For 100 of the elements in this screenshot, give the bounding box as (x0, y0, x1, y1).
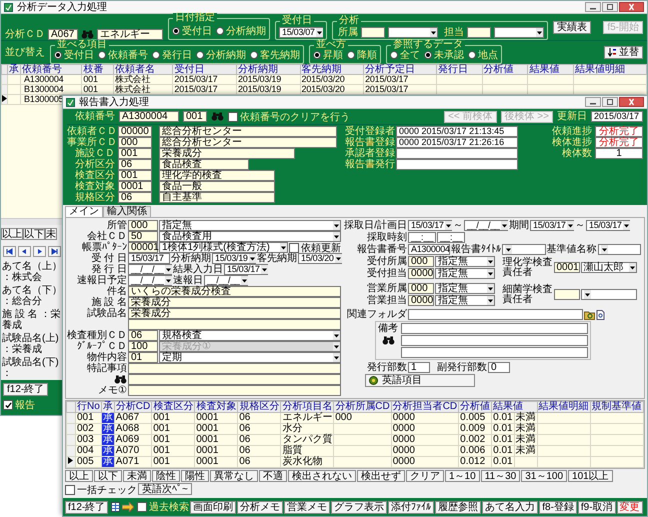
dropdown[interactable]: 指定無 (435, 283, 495, 294)
remarks-field[interactable] (401, 323, 588, 334)
dropdown[interactable]: 1検体1列様式(検査方法) (159, 242, 288, 253)
time-field[interactable]: __:__ (437, 232, 465, 243)
dropdown[interactable]: 規格検査 (159, 330, 341, 341)
remarks-field[interactable] (401, 335, 588, 346)
dropdown[interactable] (388, 27, 438, 38)
dropdown[interactable] (494, 27, 544, 38)
action-button[interactable]: 営業メモ (284, 500, 330, 514)
action-button[interactable]: f9-取消 (578, 500, 616, 514)
code-field[interactable]: 001 (118, 170, 152, 181)
minimize-button[interactable] (585, 2, 601, 12)
close-button[interactable] (619, 2, 644, 12)
code-field[interactable]: A067 (48, 29, 78, 40)
date-dropdown[interactable]: __/__/__ (128, 264, 172, 275)
code-field[interactable]: 001 (118, 148, 152, 159)
date-dropdown[interactable]: 15/03/20 (298, 253, 342, 264)
code-field[interactable]: 00001 (128, 242, 158, 253)
filter-button[interactable]: 異常なし (210, 470, 258, 482)
filter-button[interactable]: 未 (45, 228, 57, 240)
dropdown[interactable] (598, 244, 641, 255)
action-button[interactable]: f8-登録 (539, 500, 577, 514)
checkbox[interactable]: 依頼更新 (289, 240, 341, 254)
code-field[interactable]: 0001 (554, 262, 580, 273)
radio-button[interactable]: 降順 (347, 48, 377, 62)
text-field[interactable]: 栄養成分 (128, 308, 341, 319)
filter-button[interactable]: 陽性 (181, 470, 209, 482)
filter-button[interactable]: 未満 (123, 470, 151, 482)
code-field[interactable]: 000 (128, 220, 158, 231)
text-field[interactable] (128, 319, 341, 330)
text-field[interactable]: いくらの栄養成分検査 (128, 286, 341, 297)
filter-button[interactable]: 英語次ﾍﾟ~ (138, 483, 192, 495)
radio-button[interactable]: 分析納期 (216, 24, 266, 38)
code-field[interactable] (554, 289, 580, 300)
radio-button[interactable]: 受付日 (54, 48, 94, 62)
dropdown[interactable]: 指定無 (159, 220, 341, 231)
filter-button[interactable]: クリア (406, 470, 444, 482)
spin-field[interactable]: 0 (488, 362, 510, 373)
spin-field[interactable]: 1 (408, 362, 430, 373)
code-field[interactable]: 06 (128, 330, 158, 341)
date-dropdown[interactable]: __/__/__ (204, 275, 248, 286)
filter-button[interactable]: 31～100 (521, 470, 568, 482)
text-field[interactable] (128, 385, 341, 396)
folder-icon[interactable] (584, 310, 595, 320)
code-field[interactable]: 50 (128, 231, 158, 242)
checkbox[interactable]: 報告 (3, 398, 35, 412)
radio-button[interactable]: 依頼番号 (98, 48, 148, 62)
date-dropdown[interactable]: 15/03/17 (224, 264, 268, 275)
radio-button[interactable]: 地点 (468, 48, 498, 62)
folder-field[interactable] (408, 309, 583, 320)
tab[interactable]: メイン (65, 206, 103, 217)
filter-button[interactable]: 検出されない (288, 470, 356, 482)
code-field[interactable]: 0000 (408, 268, 434, 279)
row-header[interactable] (66, 456, 76, 468)
grid-icon[interactable] (111, 502, 120, 512)
exit-button[interactable]: f12-終了 (3, 383, 48, 396)
action-button[interactable]: 実績表 (553, 20, 591, 34)
text-field[interactable] (128, 363, 341, 374)
filter-button[interactable]: 以上 (65, 470, 93, 482)
action-button[interactable]: あて名入力 (482, 500, 538, 514)
action-button[interactable]: グラフ表示 (331, 500, 388, 514)
date-dropdown[interactable]: 15/03/19 (212, 253, 256, 264)
radio-button[interactable]: 全て (390, 48, 420, 62)
last-record-icon[interactable] (48, 246, 61, 257)
date-dropdown[interactable]: 15/03/07 (279, 27, 323, 38)
row-header[interactable] (2, 94, 8, 104)
filter-button[interactable]: 11～30 (480, 470, 520, 482)
code-field[interactable]: 00000 (118, 126, 152, 137)
dropdown[interactable]: 定期 (159, 352, 341, 363)
english-items-button[interactable]: 英語項目 (365, 374, 475, 387)
text-field[interactable]: A1300004 (408, 244, 450, 255)
filter-button[interactable]: 1～10 (445, 470, 480, 482)
radio-button[interactable]: 発行日 (152, 48, 192, 62)
previous-icon[interactable] (18, 246, 31, 257)
text-field[interactable]: A1300004 (119, 111, 179, 122)
code-field[interactable]: 100 (128, 341, 158, 352)
date-dropdown[interactable]: 15/03/17 (530, 220, 574, 231)
sort-button[interactable]: 並替 (604, 46, 643, 59)
filter-button[interactable]: 陰性 (152, 470, 180, 482)
scrollbar[interactable] (1, 218, 63, 225)
dropdown[interactable]: 指定無 (435, 295, 495, 306)
filter-button[interactable]: 以上 (1, 228, 23, 240)
code-field[interactable]: 0000 (408, 295, 434, 306)
radio-button[interactable]: 受付日 (172, 24, 212, 38)
remarks-field[interactable] (401, 347, 588, 358)
text-field[interactable]: 15/03/17 (128, 253, 170, 264)
filter-button[interactable]: 検出せず (357, 470, 405, 482)
code-field[interactable]: 000 (408, 283, 434, 294)
document-icon[interactable] (596, 310, 605, 320)
dropdown[interactable]: 指定無 (435, 268, 495, 279)
code-field[interactable] (361, 27, 385, 38)
action-button[interactable]: 分析メモ (237, 500, 284, 514)
minimize-button[interactable] (585, 97, 601, 107)
action-button[interactable]: 履歴参照 (435, 500, 482, 514)
date-dropdown[interactable]: 15/03/17 (408, 220, 452, 231)
first-record-icon[interactable] (3, 246, 16, 257)
text-field[interactable]: 栄養成分 (128, 297, 341, 308)
filter-button[interactable]: 以下 (23, 228, 45, 240)
code-field[interactable]: 01 (128, 352, 158, 363)
action-button[interactable]: 添付ﾌｧｲﾙ (388, 500, 434, 514)
